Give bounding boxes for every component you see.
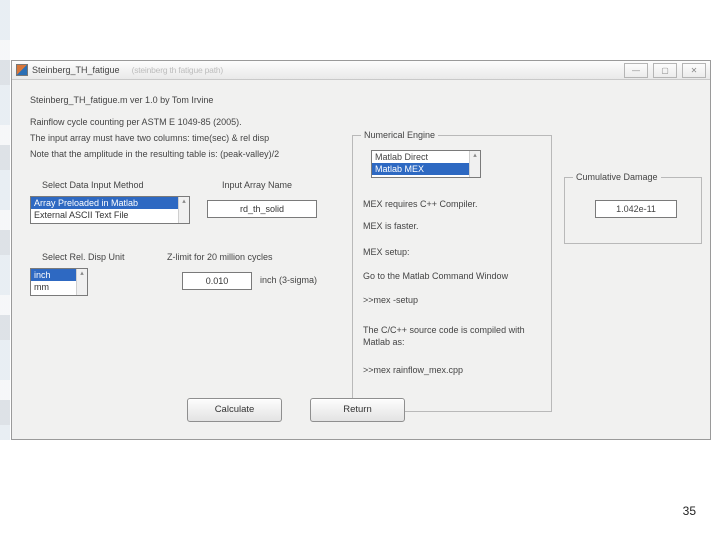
client-area: Steinberg_TH_fatigue.m ver 1.0 by Tom Ir… bbox=[12, 80, 710, 440]
amplitude-line: Note that the amplitude in the resulting… bbox=[30, 148, 279, 160]
input-array-label: Input Array Name bbox=[222, 180, 292, 190]
window-subtitle: (steinberg th fatigue path) bbox=[132, 65, 223, 75]
input-method-option-1[interactable]: External ASCII Text File bbox=[31, 209, 189, 221]
engine-option-0[interactable]: Matlab Direct bbox=[372, 151, 480, 163]
version-line: Steinberg_TH_fatigue.m ver 1.0 by Tom Ir… bbox=[30, 94, 213, 106]
return-button[interactable]: Return bbox=[310, 398, 405, 422]
window-title: Steinberg_TH_fatigue bbox=[32, 65, 120, 75]
engine-setup-line2: >>mex -setup bbox=[363, 294, 545, 306]
damage-legend: Cumulative Damage bbox=[573, 172, 661, 182]
engine-setup-line1: Go to the Matlab Command Window bbox=[363, 270, 545, 282]
engine-note-req: MEX requires C++ Compiler. bbox=[363, 198, 545, 210]
scrollbar[interactable] bbox=[178, 197, 189, 223]
input-array-field[interactable]: rd_th_solid bbox=[207, 200, 317, 218]
damage-value: 1.042e-11 bbox=[595, 200, 677, 218]
zlimit-field[interactable]: 0.010 bbox=[182, 272, 252, 290]
input-method-option-0[interactable]: Array Preloaded in Matlab bbox=[31, 197, 189, 209]
engine-note-fast: MEX is faster. bbox=[363, 220, 545, 232]
engine-group: Numerical Engine Matlab Direct Matlab ME… bbox=[352, 130, 552, 412]
page-number: 35 bbox=[683, 504, 696, 518]
zlimit-label: Z-limit for 20 million cycles bbox=[167, 252, 273, 262]
engine-listbox[interactable]: Matlab Direct Matlab MEX bbox=[371, 150, 481, 178]
engine-option-1[interactable]: Matlab MEX bbox=[372, 163, 480, 175]
std-line: Rainflow cycle counting per ASTM E 1049-… bbox=[30, 116, 242, 128]
engine-setup-header: MEX setup: bbox=[363, 246, 545, 258]
close-button[interactable]: ✕ bbox=[682, 63, 706, 78]
unit-listbox[interactable]: inch mm bbox=[30, 268, 88, 296]
maximize-button[interactable]: ▢ bbox=[653, 63, 677, 78]
input-method-listbox[interactable]: Array Preloaded in Matlab External ASCII… bbox=[30, 196, 190, 224]
minimize-button[interactable]: — bbox=[624, 63, 648, 78]
input-method-label: Select Data Input Method bbox=[42, 180, 144, 190]
engine-compile-header: The C/C++ source code is compiled with M… bbox=[363, 324, 543, 348]
zlimit-suffix: inch (3-sigma) bbox=[260, 275, 317, 285]
app-window: Steinberg_TH_fatigue (steinberg th fatig… bbox=[11, 60, 711, 440]
scrollbar[interactable] bbox=[469, 151, 480, 177]
engine-legend: Numerical Engine bbox=[361, 130, 438, 140]
scrollbar[interactable] bbox=[76, 269, 87, 295]
app-icon bbox=[16, 64, 28, 76]
engine-compile-cmd: >>mex rainflow_mex.cpp bbox=[363, 364, 545, 376]
columns-line: The input array must have two columns: t… bbox=[30, 132, 269, 144]
background-strip bbox=[0, 0, 10, 440]
unit-label: Select Rel. Disp Unit bbox=[42, 252, 125, 262]
damage-group: Cumulative Damage 1.042e-11 bbox=[564, 172, 702, 244]
calculate-button[interactable]: Calculate bbox=[187, 398, 282, 422]
titlebar: Steinberg_TH_fatigue (steinberg th fatig… bbox=[12, 61, 710, 80]
